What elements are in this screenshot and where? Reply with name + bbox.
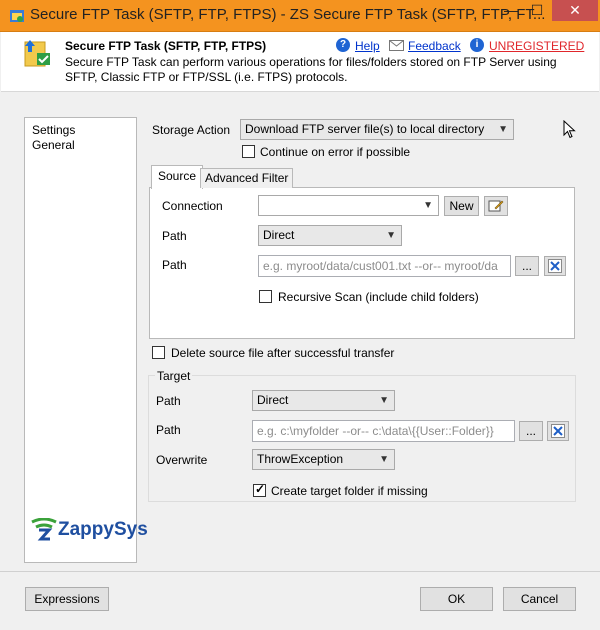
variable-icon [548,259,562,273]
overwrite-value: ThrowException [257,452,344,466]
tab-source-label: Source [158,169,197,183]
connection-select[interactable]: ▼ [258,195,439,216]
close-button[interactable]: ✕ [552,0,598,21]
zappysys-logo-icon [31,518,57,541]
target-browse-button[interactable]: ... [519,421,543,441]
cancel-button[interactable]: Cancel [503,587,576,611]
chevron-down-icon: ▼ [379,395,389,406]
overwrite-select[interactable]: ThrowException ▼ [252,449,395,470]
chevron-down-icon: ▼ [379,454,389,465]
header-description: Secure FTP Task can perform various oper… [65,55,557,84]
delete-source-checkbox[interactable] [152,346,165,359]
create-target-folder-checkbox[interactable] [253,482,266,497]
recursive-scan-checkbox[interactable] [259,290,272,303]
edit-icon [488,200,504,212]
source-path-type-value: Direct [263,228,295,242]
storage-action-value: Download FTP server file(s) to local dir… [245,122,485,136]
header-title: Secure FTP Task (SFTP, FTP, FTPS) [65,39,267,53]
overwrite-label: Overwrite [156,453,208,467]
mouse-cursor-icon [563,120,576,139]
title-bar: Secure FTP Task (SFTP, FTP, FTPS) - ZS S… [0,0,600,32]
unregistered-link[interactable]: UNREGISTERED [489,39,584,53]
expressions-button[interactable]: Expressions [25,587,109,611]
variable-icon [551,424,565,438]
chevron-down-icon: ▼ [386,230,396,241]
target-path-input[interactable]: e.g. c:\myfolder --or-- c:\data\{{User::… [252,420,515,442]
target-path-label: Path [156,423,181,437]
info-icon: i [470,38,484,52]
feedback-link[interactable]: Feedback [408,39,461,53]
connection-label: Connection [162,199,223,213]
target-variable-button[interactable] [547,421,569,441]
nav-item-settings[interactable]: Settings [32,123,75,137]
source-variable-button[interactable] [544,256,566,276]
tab-advanced-filter-label: Advanced Filter [205,171,289,185]
storage-action-label: Storage Action [152,123,231,137]
delete-source-label: Delete source file after successful tran… [171,346,395,360]
storage-action-select[interactable]: Download FTP server file(s) to local dir… [240,119,514,140]
help-link[interactable]: Help [355,39,380,53]
continue-on-error-checkbox[interactable] [242,145,255,158]
source-path-label: Path [162,258,187,272]
target-path-type-label: Path [156,394,181,408]
ok-button[interactable]: OK [420,587,493,611]
minimize-button[interactable]: — [498,1,524,21]
target-group-label: Target [155,369,193,383]
help-icon[interactable]: ? [336,38,350,52]
edit-connection-button[interactable] [484,196,508,216]
nav-panel [24,117,137,563]
chevron-down-icon: ▼ [498,124,508,135]
nav-item-general[interactable]: General [32,138,75,152]
source-browse-button[interactable]: ... [515,256,539,276]
maximize-button[interactable]: ☐ [524,1,550,21]
recursive-scan-label: Recursive Scan (include child folders) [278,290,479,304]
tab-advanced-filter[interactable]: Advanced Filter [200,168,294,188]
source-path-type-select[interactable]: Direct ▼ [258,225,402,246]
email-icon [389,40,404,51]
new-connection-button[interactable]: New [444,196,479,216]
app-icon [10,10,24,22]
brand-name: ZappySys [58,519,148,540]
window-title: Secure FTP Task (SFTP, FTP, FTPS) - ZS S… [30,6,546,23]
ftp-task-icon [24,40,50,67]
source-path-type-label: Path [162,229,187,243]
footer-separator [0,571,600,572]
continue-on-error-label: Continue on error if possible [260,145,411,159]
target-path-type-value: Direct [257,393,289,407]
target-path-type-select[interactable]: Direct ▼ [252,390,395,411]
source-path-input[interactable]: e.g. myroot/data/cust001.txt --or-- myro… [258,255,511,277]
chevron-down-icon: ▼ [423,200,433,211]
create-target-folder-label: Create target folder if missing [271,484,428,498]
tab-source[interactable]: Source [151,165,204,189]
